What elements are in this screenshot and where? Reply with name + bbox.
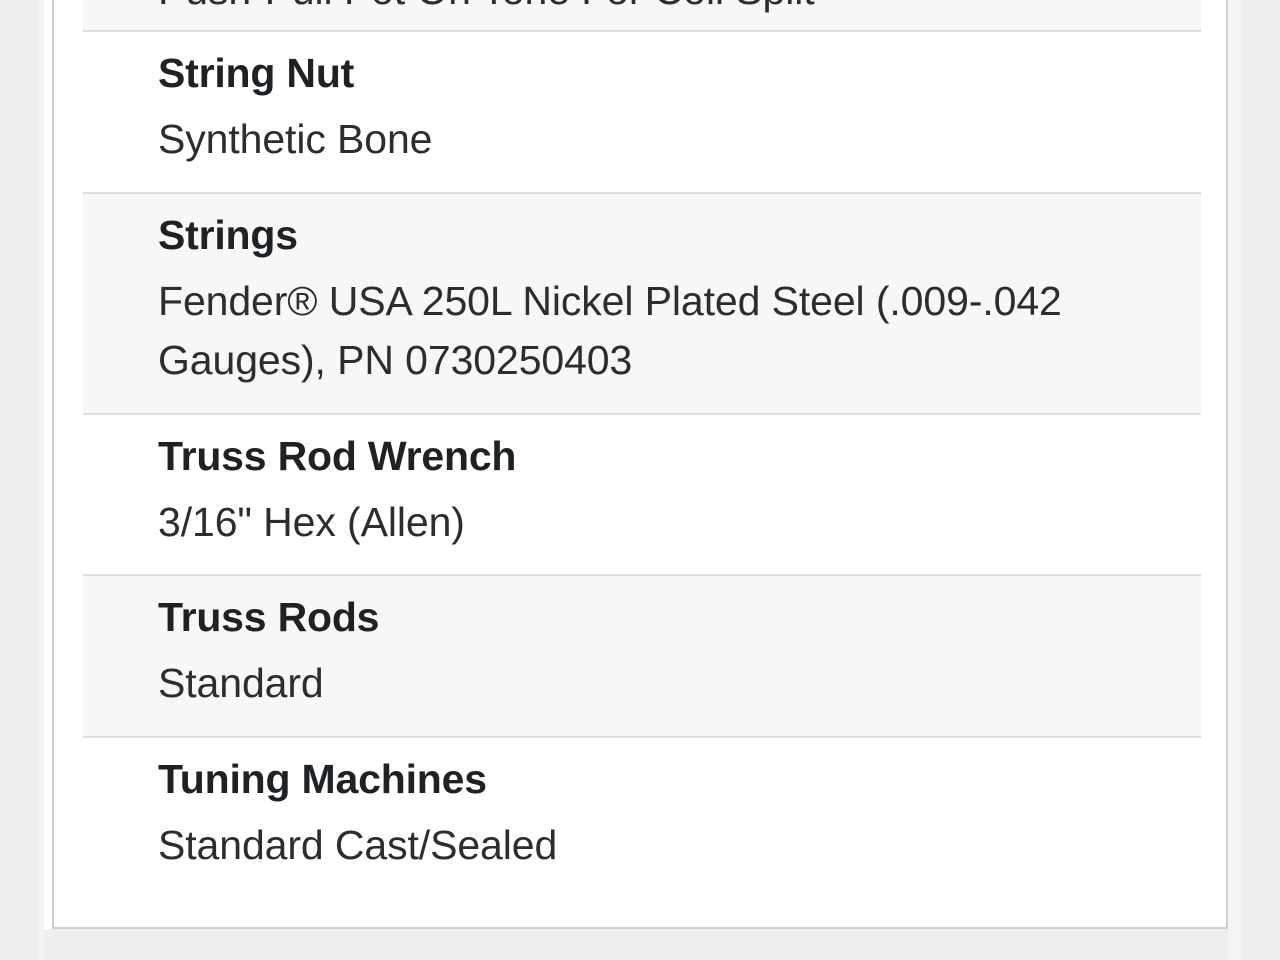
spec-row-content: String Nut Synthetic Bone bbox=[83, 32, 1201, 192]
spec-row-content: Tuning Machines Standard Cast/Sealed bbox=[83, 738, 1201, 898]
spec-row: Truss Rods Standard bbox=[83, 574, 1201, 736]
spec-row-content: Strings Fender® USA 250L Nickel Plated St… bbox=[83, 194, 1201, 413]
right-gutter-strip bbox=[1228, 0, 1242, 960]
spec-label: Truss Rods bbox=[158, 594, 380, 641]
spec-row: Truss Rod Wrench 3/16" Hex (Allen) bbox=[83, 412, 1201, 575]
spec-value: Synthetic Bone bbox=[158, 116, 433, 163]
page-viewport: Control KnobsPush-Pull Pot On Tone For C… bbox=[0, 0, 1280, 960]
spec-row: String Nut Synthetic Bone bbox=[83, 30, 1201, 192]
spec-value: Standard Cast/Sealed bbox=[158, 821, 558, 868]
document-page: Control KnobsPush-Pull Pot On Tone For C… bbox=[44, 0, 1228, 929]
spec-value: Standard bbox=[158, 660, 324, 707]
right-page-gutter[interactable] bbox=[1242, 0, 1280, 960]
specifications-panel: Control KnobsPush-Pull Pot On Tone For C… bbox=[52, 0, 1228, 929]
spec-label: Tuning Machines bbox=[158, 755, 487, 802]
specifications-table: Control KnobsPush-Pull Pot On Tone For C… bbox=[83, 0, 1201, 898]
spec-label: Truss Rod Wrench bbox=[158, 432, 517, 479]
spec-row-content: Truss Rod Wrench 3/16" Hex (Allen) bbox=[83, 415, 1201, 575]
spec-row: Control KnobsPush-Pull Pot On Tone For C… bbox=[83, 0, 1201, 30]
spec-row: Tuning Machines Standard Cast/Sealed bbox=[83, 735, 1201, 898]
spec-row: Strings Fender® USA 250L Nickel Plated St… bbox=[83, 191, 1201, 413]
spec-row-content: Truss Rods Standard bbox=[83, 576, 1201, 736]
spec-label: String Nut bbox=[158, 50, 355, 96]
spec-value: Push-Pull Pot On Tone For Coil Split bbox=[158, 0, 1201, 20]
spec-value: 3/16" Hex (Allen) bbox=[158, 498, 465, 545]
spec-value: Fender® USA 250L Nickel Plated Steel (.0… bbox=[158, 277, 1074, 384]
spec-label: Strings bbox=[158, 211, 298, 258]
left-page-gutter bbox=[0, 0, 38, 960]
spec-row-content: Control KnobsPush-Pull Pot On Tone For C… bbox=[83, 0, 1201, 30]
